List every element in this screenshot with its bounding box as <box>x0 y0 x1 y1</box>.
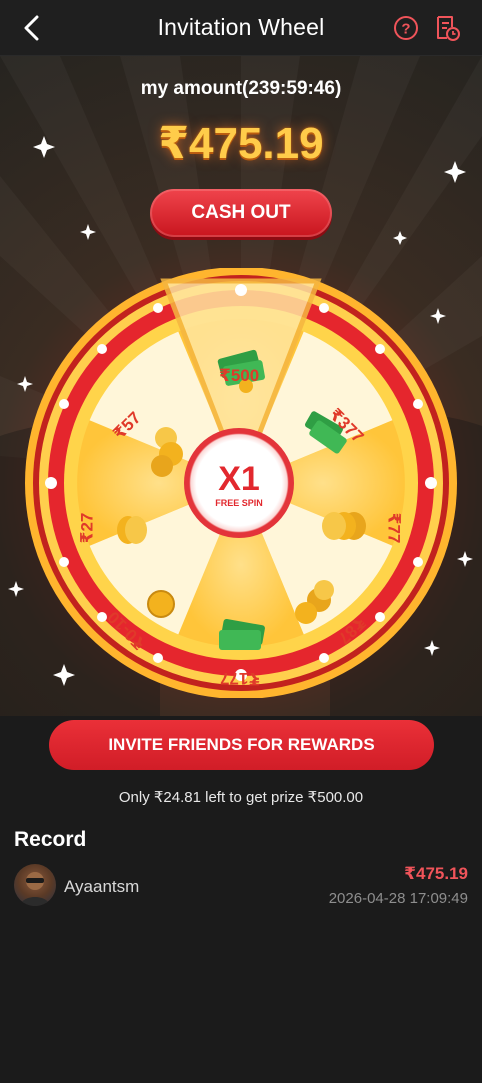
chevron-left-icon <box>24 15 39 41</box>
wheel-hero: my amount(239:59:46) ₹475.19 CASH OUT ₹5… <box>0 56 482 716</box>
cash-out-button[interactable]: CASH OUT <box>150 189 332 237</box>
record-user-name: Ayaantsm <box>64 877 140 896</box>
invite-friends-button[interactable]: INVITE FRIENDS FOR REWARDS <box>49 720 434 770</box>
spin-multiplier: X1 <box>218 460 260 498</box>
page-title: Invitation Wheel <box>157 14 325 40</box>
document-clock-icon <box>437 16 460 41</box>
coins-icon <box>117 516 147 544</box>
spin-button[interactable]: X1 FREE SPIN <box>184 428 294 538</box>
record-amount: ₹475.19 <box>404 864 468 883</box>
record-timestamp: 2026-04-28 17:09:49 <box>328 890 468 907</box>
amount-value: ₹475.19 <box>158 119 324 168</box>
question-circle-icon: ? <box>394 16 418 40</box>
history-button[interactable] <box>432 13 462 43</box>
avatar <box>14 864 56 906</box>
help-button[interactable]: ? <box>392 14 420 42</box>
user-avatar-icon <box>20 872 50 906</box>
spin-sublabel: FREE SPIN <box>215 498 263 508</box>
record-title: Record <box>14 828 87 851</box>
prize-label: ₹77 <box>384 512 404 544</box>
amount-label: my amount(239:59:46) <box>140 78 342 99</box>
coins-icon <box>322 512 366 540</box>
prize-wheel[interactable]: ₹500 ₹377 ₹77 ₹87 ₹177 ₹0-10 ₹27 ₹57 X1 … <box>24 267 458 699</box>
back-button[interactable] <box>14 10 50 46</box>
prize-label: ₹27 <box>77 512 97 544</box>
top-bar: Invitation Wheel ? <box>0 0 482 56</box>
prize-progress-text: Only ₹24.81 left to get prize ₹500.00 <box>118 789 364 806</box>
prize-label: ₹177 <box>220 669 261 688</box>
svg-text:?: ? <box>401 21 410 38</box>
prize-label: ₹500 <box>219 366 260 385</box>
record-row: Ayaantsm ₹475.19 2026-04-28 17:09:49 <box>0 862 482 912</box>
coin-icon <box>147 590 175 618</box>
